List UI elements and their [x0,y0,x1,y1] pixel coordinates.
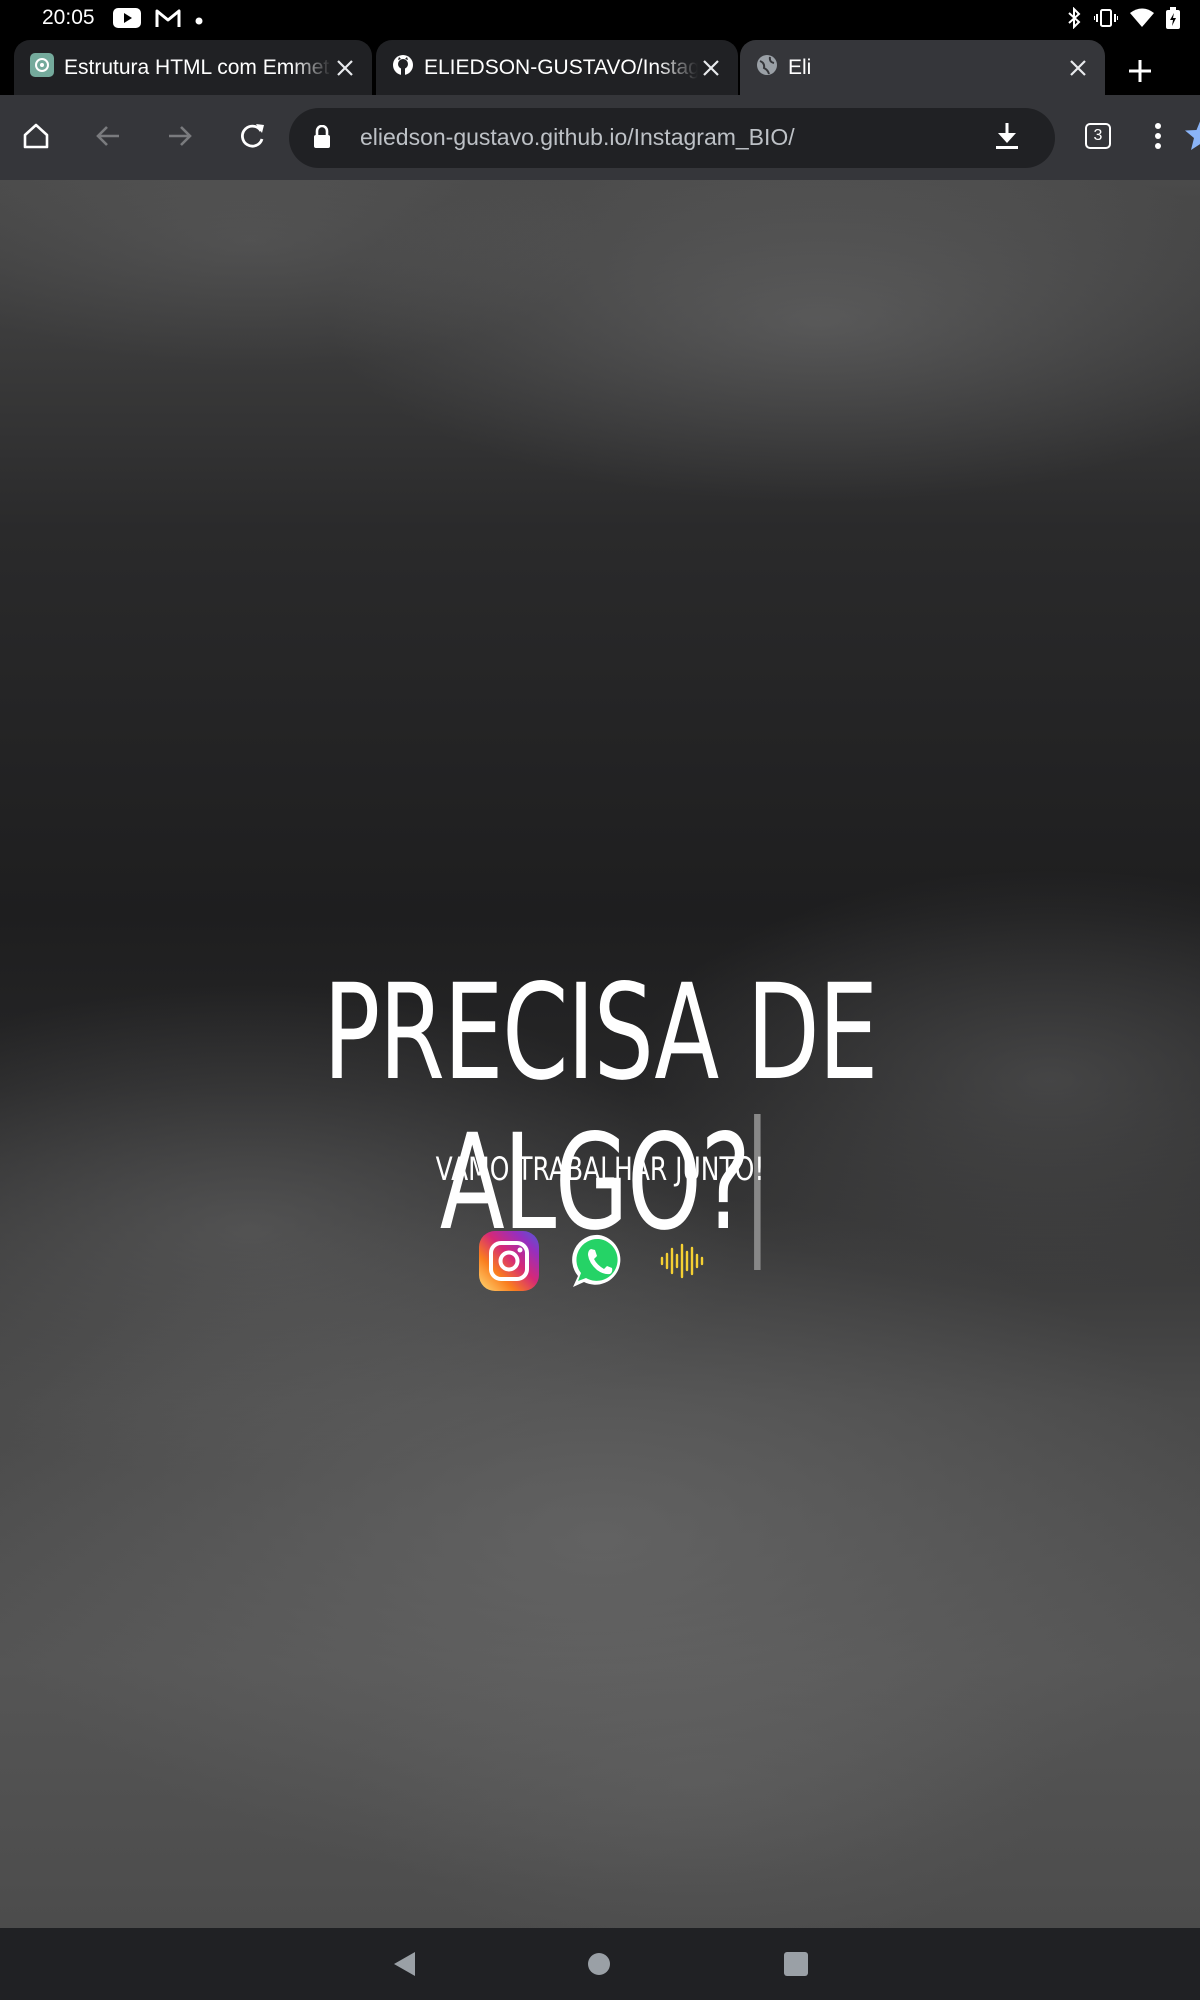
plus-icon [1129,60,1151,82]
new-tab-button[interactable] [1120,51,1160,91]
home-button[interactable] [13,113,59,159]
tab-switcher-button[interactable]: 3 [1075,113,1121,159]
download-icon [996,123,1018,149]
nav-back-button[interactable] [386,1946,422,1982]
gmail-icon [155,8,181,33]
reload-icon [241,124,264,148]
whatsapp-icon[interactable] [570,1232,628,1295]
reload-button[interactable] [229,113,275,159]
url-text[interactable]: eliedson-gustavo.github.io/Instagram_BIO… [360,124,795,151]
vibrate-icon [1093,8,1119,33]
page-headline: PRECISA DE ALGO? [168,958,1032,1270]
tab-strip: Estrutura HTML com Emmet ELIEDSON-GUSTAV… [0,37,1200,95]
menu-button[interactable] [1135,113,1181,159]
tab-title: ELIEDSON-GUSTAVO/Instagram_BIO [424,55,698,79]
github-icon [392,54,414,81]
social-links [478,1230,708,1297]
back-button[interactable] [85,113,131,159]
battery-icon [1166,7,1180,34]
tab-count: 3 [1085,123,1111,149]
web-content: PRECISA DE ALGO? VAMO TRABALHAR JUNTO! [0,180,1200,1928]
forward-button[interactable] [157,113,203,159]
youtube-icon [113,8,141,33]
tab-title: Eli [788,55,812,79]
more-vert-icon [1155,123,1161,149]
browser-toolbar: eliedson-gustavo.github.io/Instagram_BIO… [0,95,1200,180]
instagram-icon[interactable] [478,1230,540,1297]
close-icon[interactable] [332,55,358,81]
status-bar: 20:05 [0,0,1200,37]
bookmark-star-icon[interactable] [1183,117,1200,161]
globe-icon [756,54,778,81]
status-time: 20:05 [42,6,95,29]
tab-estrutura-html[interactable]: Estrutura HTML com Emmet [14,40,372,95]
forward-arrow-icon [169,126,192,146]
back-arrow-icon [96,126,119,146]
page-subheadline: VAMO TRABALHAR JUNTO! [435,1150,765,1188]
typing-caret [753,1113,761,1270]
address-bar[interactable]: eliedson-gustavo.github.io/Instagram_BIO… [289,108,1200,168]
close-icon[interactable] [1065,55,1091,81]
nav-home-button[interactable] [581,1946,617,1982]
wifi-icon [1130,8,1154,33]
system-nav-bar [0,1928,1200,2000]
chatgpt-icon [30,53,54,82]
tab-title: Estrutura HTML com Emmet [64,55,330,79]
home-icon [23,123,49,149]
bluetooth-icon [1066,6,1082,34]
tab-eli[interactable]: Eli [740,40,1105,95]
lock-icon [313,124,331,154]
nav-recents-button[interactable] [778,1946,814,1982]
download-button[interactable] [984,113,1030,159]
tab-github-repo[interactable]: ELIEDSON-GUSTAVO/Instagram_BIO [376,40,738,95]
audio-wave-icon[interactable] [658,1241,708,1286]
triangle-back-icon [394,1952,415,1976]
dot-icon [195,12,203,30]
headline-text: PRECISA DE ALGO? [323,956,878,1260]
close-icon[interactable] [698,55,724,81]
circle-home-icon [588,1953,610,1975]
square-recents-icon [784,1952,808,1976]
